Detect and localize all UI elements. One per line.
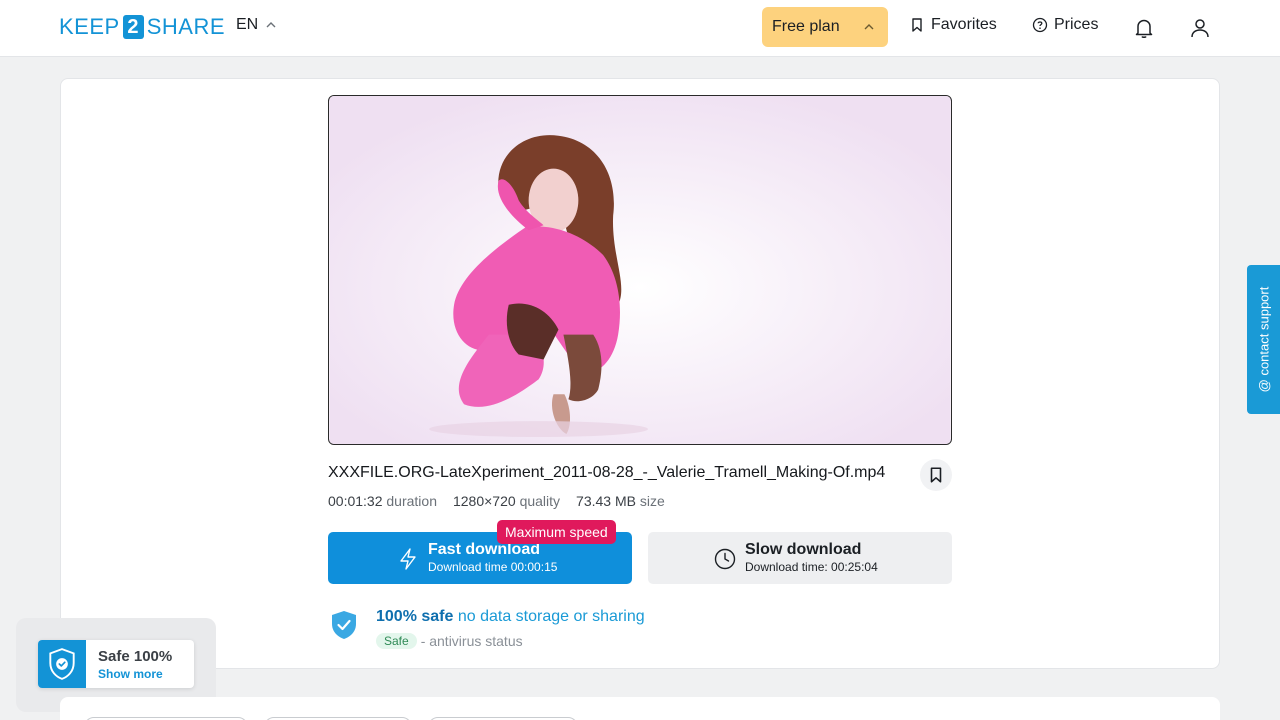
contact-support-tab[interactable]: @ contact support: [1247, 265, 1280, 414]
plan-button[interactable]: Free plan: [762, 7, 888, 47]
favorites-label: Favorites: [931, 16, 997, 33]
quality-label: quality: [519, 493, 561, 509]
site-logo[interactable]: KEEP 2 SHARE: [59, 14, 225, 40]
duration-meta: 00:01:32 duration: [328, 493, 437, 509]
duration-label: duration: [386, 493, 437, 509]
clock-icon: [714, 548, 736, 570]
add-to-favorites-button[interactable]: [920, 459, 952, 491]
slow-download-button[interactable]: Slow download Download time: 00:25:04: [648, 532, 952, 584]
lightning-icon: [400, 548, 416, 570]
safety-title-rest: no data storage or sharing: [453, 608, 645, 625]
chevron-up-icon: [864, 24, 874, 30]
safe-widget[interactable]: Safe 100% Show more: [38, 640, 194, 688]
related-section: [60, 697, 1220, 720]
antivirus-status-text: - antivirus status: [420, 633, 523, 649]
prices-link[interactable]: Prices: [1032, 16, 1098, 34]
help-circle-icon: [1032, 17, 1048, 33]
shield-check-icon: [49, 648, 75, 680]
slow-download-title: Slow download: [745, 541, 862, 558]
shield-check-icon: [332, 611, 356, 639]
fast-download-time: Download time 00:00:15: [428, 560, 558, 574]
bell-icon[interactable]: [1132, 16, 1156, 40]
safe-widget-badge: [38, 640, 86, 688]
bookmark-icon: [930, 467, 942, 483]
file-meta: 00:01:32 duration 1280×720 quality 73.43…: [328, 493, 665, 509]
top-header: KEEP 2 SHARE EN Free plan Favorites Pric…: [0, 0, 1280, 57]
logo-text-mid: 2: [122, 15, 144, 39]
preview-image: [329, 96, 951, 444]
safety-title-bold: 100% safe: [376, 608, 454, 625]
quality-value: 1280×720: [452, 493, 516, 509]
safety-title: 100% safe no data storage or sharing: [376, 608, 645, 626]
favorites-link[interactable]: Favorites: [909, 16, 997, 34]
language-label: EN: [236, 16, 259, 33]
show-more-link[interactable]: Show more: [98, 667, 163, 681]
file-name: XXXFILE.ORG-LateXperiment_2011-08-28_-_V…: [328, 464, 886, 481]
logo-text-left: KEEP: [59, 14, 120, 39]
video-preview[interactable]: [328, 95, 952, 445]
safe-pill: Safe: [376, 633, 417, 649]
quality-meta: 1280×720 quality: [453, 493, 560, 509]
size-label: size: [639, 493, 665, 509]
antivirus-status: Safe - antivirus status: [376, 633, 523, 649]
duration-value: 00:01:32: [328, 493, 383, 509]
logo-text-right: SHARE: [146, 14, 225, 39]
size-value: 73.43 MB: [576, 493, 636, 509]
plan-label: Free plan: [772, 18, 840, 35]
size-meta: 73.43 MB size: [576, 493, 665, 509]
user-icon[interactable]: [1188, 16, 1212, 40]
prices-label: Prices: [1054, 16, 1099, 33]
safe-widget-title: Safe 100%: [98, 648, 173, 665]
slow-download-time: Download time: 00:25:04: [745, 560, 878, 574]
contact-support-label: @ contact support: [1256, 286, 1272, 393]
maximum-speed-badge: Maximum speed: [497, 520, 616, 544]
chevron-up-icon: [266, 22, 276, 28]
language-selector[interactable]: EN: [236, 16, 276, 34]
bookmark-icon: [912, 18, 922, 32]
